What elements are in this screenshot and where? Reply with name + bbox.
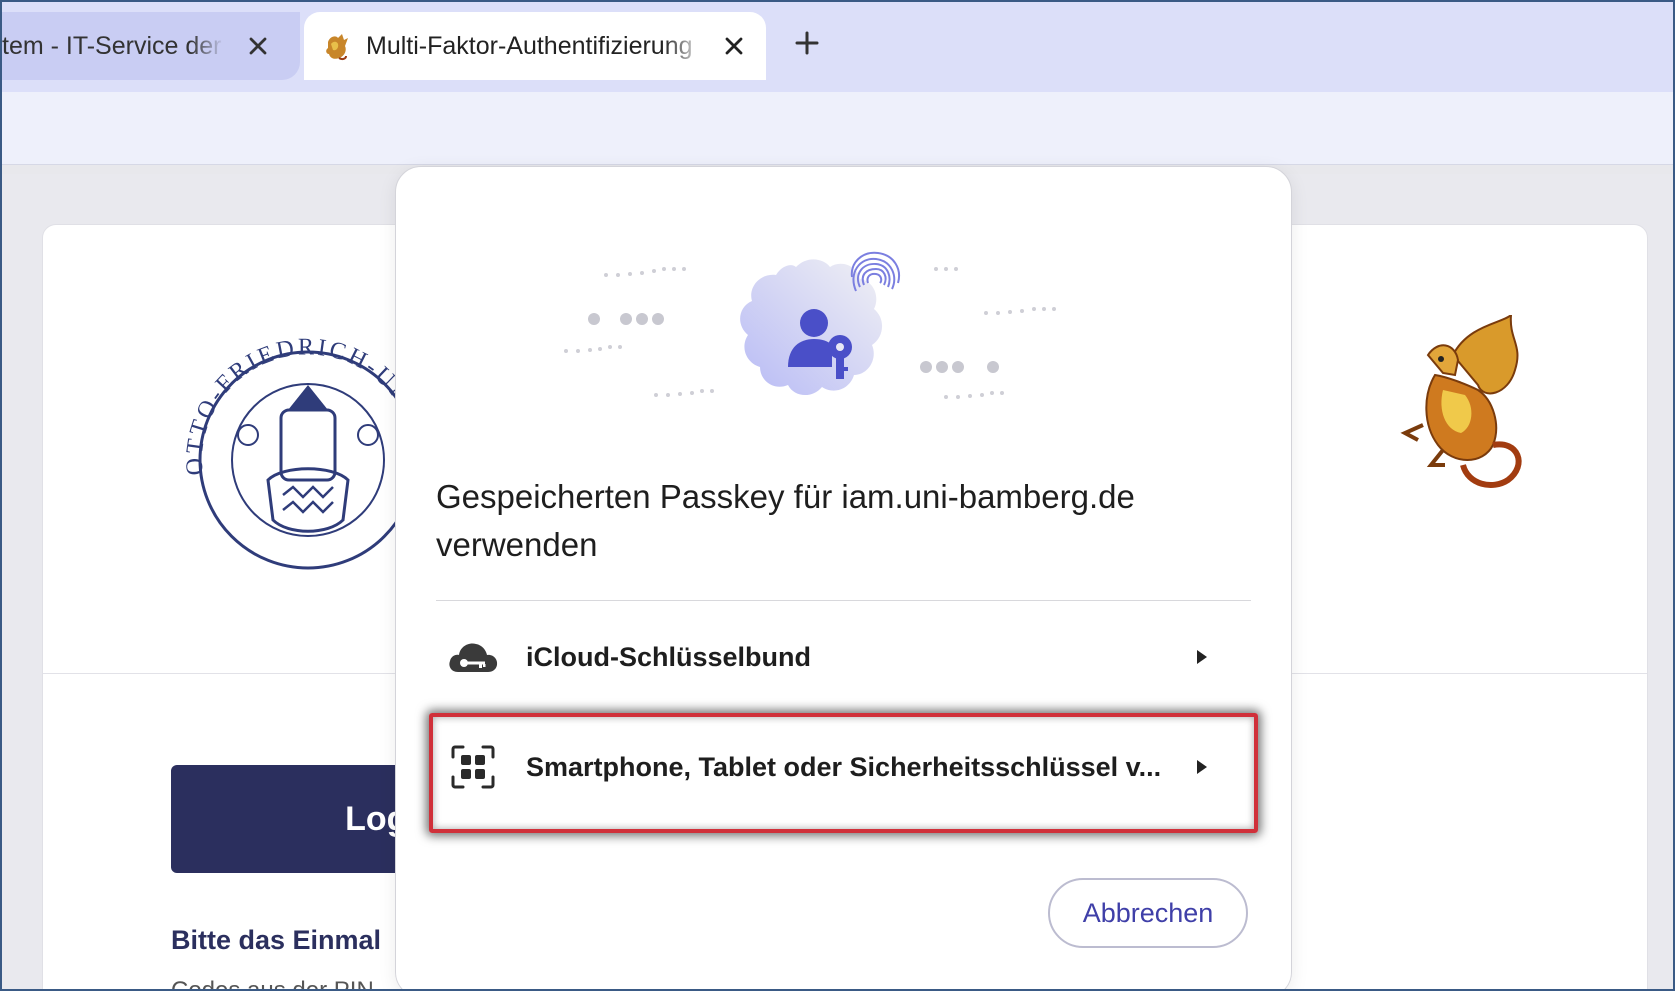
tab-strip: tem - IT-Service der Multi-Faktor-Authen… [2, 2, 1673, 92]
option-icloud-keychain[interactable]: iCloud-Schlüsselbund [436, 607, 1251, 707]
chevron-right-icon [1193, 647, 1211, 667]
cloud-key-icon [446, 630, 500, 684]
qr-code-icon [446, 740, 500, 794]
tab-it-service[interactable]: tem - IT-Service der [2, 12, 300, 80]
info-heading: Bitte das Einmal [171, 925, 382, 955]
close-icon[interactable] [242, 30, 274, 62]
passkey-dialog: Gespeicherten Passkey für iam.uni-bamber… [395, 166, 1292, 989]
divider [436, 600, 1251, 601]
dialog-title: Gespeicherten Passkey für iam.uni-bamber… [436, 478, 1135, 563]
tab-title: tem - IT-Service der [2, 31, 222, 60]
tab-mfa[interactable]: Multi-Faktor-Authentifizierung [304, 12, 766, 80]
browser-toolbar [2, 92, 1673, 165]
svg-text:OTTO-FRIEDRICH-UNIVERSITY OF: OTTO-FRIEDRICH-UNIVERSITY OF [163, 315, 434, 476]
tab-title: Multi-Faktor-Authentifizierung [366, 31, 693, 60]
close-icon[interactable] [718, 30, 750, 62]
option-label: Smartphone, Tablet oder Sicherheitsschlü… [526, 751, 1162, 782]
cancel-button[interactable]: Abbrechen [1048, 878, 1248, 948]
option-smartphone-tablet-security-key[interactable]: Smartphone, Tablet oder Sicherheitsschlü… [436, 717, 1251, 817]
griffin-logo [1383, 312, 1533, 495]
passkey-illustration-icon [546, 217, 1146, 417]
plus-icon[interactable] [788, 24, 826, 62]
chevron-right-icon [1193, 757, 1211, 777]
info-line: Codes aus der PIN [171, 977, 374, 991]
option-label: iCloud-Schlüsselbund [526, 641, 812, 672]
browser-window: tem - IT-Service der Multi-Faktor-Authen… [0, 0, 1675, 991]
griffin-favicon-icon [322, 32, 350, 62]
